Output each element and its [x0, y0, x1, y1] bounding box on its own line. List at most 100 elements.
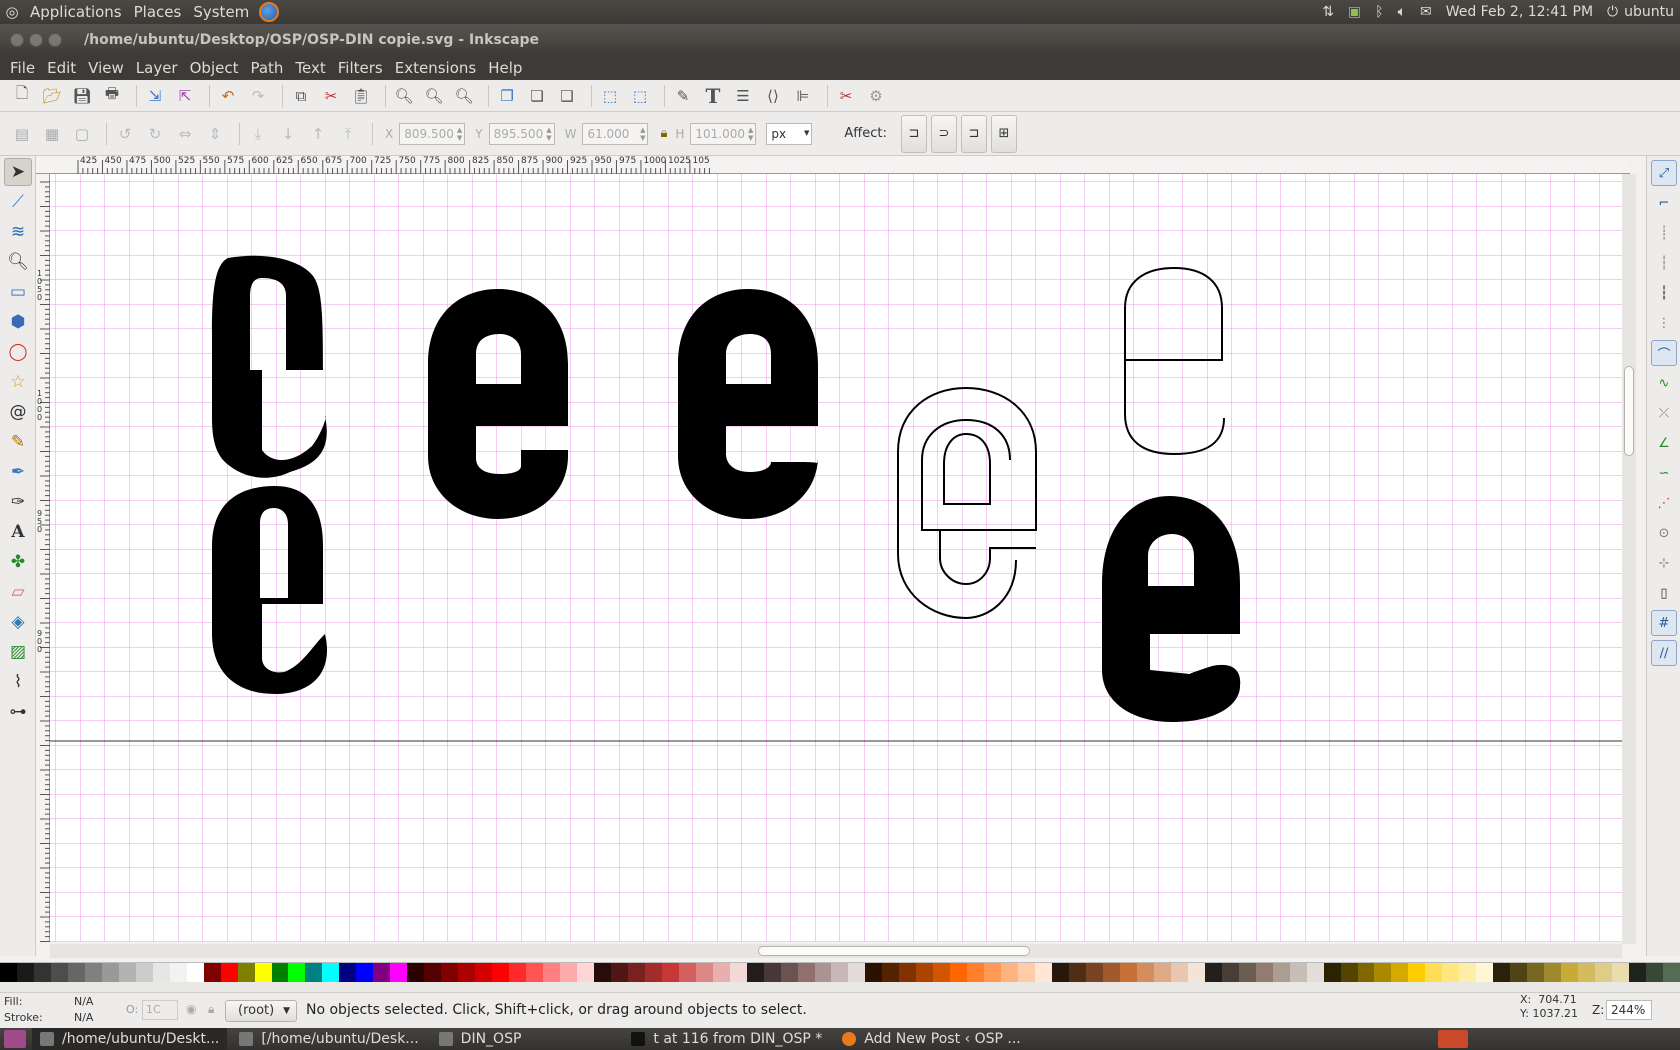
- cut-icon[interactable]: ✂: [319, 84, 343, 108]
- bluetooth-icon[interactable]: ᛒ: [1375, 4, 1383, 20]
- palette-swatch[interactable]: [1255, 963, 1273, 982]
- menu-object[interactable]: Object: [184, 59, 245, 77]
- palette-swatch[interactable]: [135, 963, 153, 982]
- menu-filters[interactable]: Filters: [332, 59, 389, 77]
- show-desktop-icon[interactable]: [4, 1030, 26, 1048]
- redo-icon[interactable]: ↷: [246, 84, 270, 108]
- stroke-value[interactable]: N/A: [74, 1011, 93, 1024]
- tweak-tool-icon[interactable]: ≋: [4, 218, 32, 246]
- palette-swatch[interactable]: [339, 963, 357, 982]
- undo-icon[interactable]: ↶: [216, 84, 240, 108]
- group-icon[interactable]: ⬚: [598, 84, 622, 108]
- affect-stroke-width-button[interactable]: ⊐: [900, 114, 927, 153]
- palette-swatch[interactable]: [271, 963, 289, 982]
- export-icon[interactable]: ⇱: [173, 84, 197, 108]
- palette-swatch[interactable]: [644, 963, 662, 982]
- snap-rotation-center-icon[interactable]: ⊹: [1651, 550, 1677, 576]
- palette-swatch[interactable]: [712, 963, 730, 982]
- palette-swatch[interactable]: [441, 963, 459, 982]
- menu-view[interactable]: View: [82, 59, 130, 77]
- h-input[interactable]: 101.000 ▲ ▼: [690, 122, 757, 145]
- palette-swatch[interactable]: [576, 963, 594, 982]
- palette-swatch[interactable]: [1238, 963, 1256, 982]
- palette-swatch[interactable]: [509, 963, 527, 982]
- visibility-icon[interactable]: ◉: [186, 1002, 196, 1016]
- palette-swatch[interactable]: [33, 963, 51, 982]
- palette-swatch[interactable]: [1357, 963, 1375, 982]
- palette-swatch[interactable]: [899, 963, 917, 982]
- raise-icon[interactable]: ↑: [306, 122, 330, 146]
- maximize-window-button[interactable]: [48, 33, 62, 47]
- rotate-cw-icon[interactable]: ↻: [143, 122, 167, 146]
- palette-swatch[interactable]: [1136, 963, 1154, 982]
- taskbar-item[interactable]: Add New Post ‹ OSP ...: [834, 1028, 1028, 1050]
- palette-swatch[interactable]: [593, 963, 611, 982]
- palette-swatch[interactable]: [84, 963, 102, 982]
- snap-intersections-icon[interactable]: ⤫: [1651, 400, 1677, 426]
- text-tool-icon[interactable]: A: [4, 518, 32, 546]
- palette-swatch[interactable]: [746, 963, 764, 982]
- update-icon[interactable]: ▣: [1348, 4, 1361, 20]
- palette-swatch[interactable]: [1595, 963, 1613, 982]
- palette-swatch[interactable]: [678, 963, 696, 982]
- palette-swatch[interactable]: [831, 963, 849, 982]
- lower-to-bottom-icon[interactable]: ⤓: [246, 122, 270, 146]
- open-file-icon[interactable]: 📂︎: [40, 84, 64, 108]
- palette-swatch[interactable]: [407, 963, 425, 982]
- node-tool-icon[interactable]: ⟋: [4, 188, 32, 216]
- palette-swatch[interactable]: [1374, 963, 1392, 982]
- preferences-icon[interactable]: ✂: [834, 84, 858, 108]
- snap-nodes-icon[interactable]: ⌒: [1651, 340, 1677, 366]
- palette-swatch[interactable]: [763, 963, 781, 982]
- color-palette[interactable]: [0, 962, 1680, 982]
- paint-bucket-tool-icon[interactable]: ◈: [4, 608, 32, 636]
- snap-bbox-centers-icon[interactable]: ⋮: [1651, 310, 1677, 336]
- palette-swatch[interactable]: [1086, 963, 1103, 982]
- gradient-tool-icon[interactable]: ▨: [4, 638, 32, 666]
- spiral-tool-icon[interactable]: @: [4, 398, 32, 426]
- snap-bbox-corners-icon[interactable]: ┆: [1651, 250, 1677, 276]
- copy-icon[interactable]: ⧉: [289, 84, 313, 108]
- print-icon[interactable]: 🖶︎: [100, 84, 124, 108]
- unit-select[interactable]: px ▼: [766, 122, 813, 145]
- close-window-button[interactable]: [10, 33, 24, 47]
- palette-swatch[interactable]: [1069, 963, 1086, 982]
- palette-swatch[interactable]: [0, 963, 17, 982]
- palette-swatch[interactable]: [1612, 963, 1629, 982]
- snap-smooth-nodes-icon[interactable]: ∽: [1651, 460, 1677, 486]
- palette-scrollbar[interactable]: [0, 982, 1680, 992]
- palette-swatch[interactable]: [1170, 963, 1188, 982]
- zoom-tool-icon[interactable]: 🔍︎: [4, 248, 32, 276]
- new-document-icon[interactable]: 🗋︎: [10, 84, 34, 108]
- palette-swatch[interactable]: [1510, 963, 1528, 982]
- horizontal-scroll-thumb[interactable]: [758, 946, 1030, 956]
- firefox-launcher-icon[interactable]: [259, 2, 280, 22]
- affect-gradients-button[interactable]: ⊐: [960, 114, 987, 153]
- eraser-tool-icon[interactable]: ▱: [4, 578, 32, 606]
- palette-swatch[interactable]: [1306, 963, 1324, 982]
- palette-swatch[interactable]: [865, 963, 883, 982]
- lower-icon[interactable]: ↓: [276, 122, 300, 146]
- pen-tool-icon[interactable]: ✒: [4, 458, 32, 486]
- palette-swatch[interactable]: [1578, 963, 1596, 982]
- ungroup-icon[interactable]: ⬚: [628, 84, 652, 108]
- ellipse-tool-icon[interactable]: ◯: [4, 338, 32, 366]
- palette-swatch[interactable]: [1153, 963, 1171, 982]
- palette-swatch[interactable]: [1662, 963, 1680, 982]
- palette-swatch[interactable]: [424, 963, 442, 982]
- palette-swatch[interactable]: [288, 963, 306, 982]
- document-properties-icon[interactable]: ⚙: [864, 84, 888, 108]
- palette-swatch[interactable]: [50, 963, 68, 982]
- zoom-drawing-icon[interactable]: 🔍︎: [422, 84, 446, 108]
- menu-file[interactable]: File: [4, 59, 41, 77]
- paste-icon[interactable]: 📋︎: [349, 84, 373, 108]
- menu-edit[interactable]: Edit: [41, 59, 82, 77]
- palette-swatch[interactable]: [152, 963, 170, 982]
- palette-swatch[interactable]: [203, 963, 221, 982]
- palette-swatch[interactable]: [1035, 963, 1053, 982]
- pencil-tool-icon[interactable]: ✎: [4, 428, 32, 456]
- affect-rounded-corners-button[interactable]: ⊃: [930, 114, 957, 153]
- palette-swatch[interactable]: [950, 963, 968, 982]
- palette-swatch[interactable]: [695, 963, 713, 982]
- zoom-selection-icon[interactable]: 🔍︎: [392, 84, 416, 108]
